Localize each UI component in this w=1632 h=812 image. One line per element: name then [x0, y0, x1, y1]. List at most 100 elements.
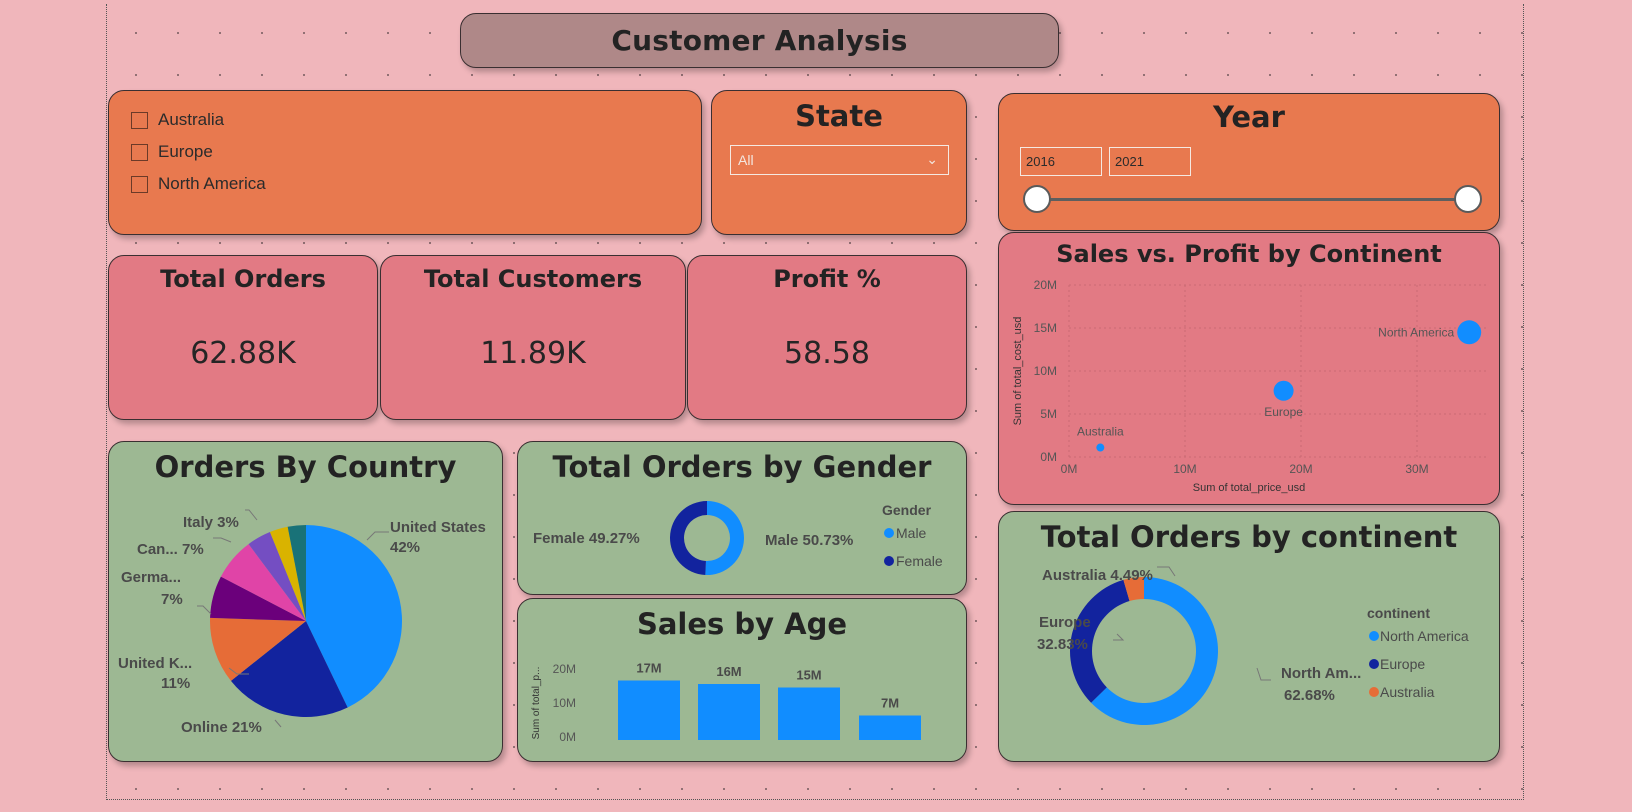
leader-line	[245, 509, 258, 521]
donut-label-na: North Am...	[1281, 665, 1361, 682]
orders-by-gender-card: Total Orders by Gender Female 49.27% Mal…	[517, 441, 967, 595]
report-title-card: Customer Analysis	[460, 13, 1059, 68]
legend-label-north-america[interactable]: North America	[1380, 628, 1469, 644]
state-dropdown-value: All	[738, 152, 754, 168]
state-slicer-title: State	[795, 99, 883, 133]
year-start-input[interactable]: 2016	[1020, 147, 1102, 176]
y-tick: 5M	[1040, 407, 1057, 421]
x-axis-label: Sum of total_price_usd	[1193, 482, 1306, 494]
year-slicer-title: Year	[1213, 100, 1285, 134]
scatter-point-europe[interactable]	[1273, 380, 1294, 401]
donut-pct-na: 62.68%	[1284, 687, 1335, 704]
kpi-value: 62.88K	[190, 336, 296, 371]
slice-label-germany: Germa...	[121, 569, 181, 586]
age-bar[interactable]	[698, 684, 760, 740]
kpi-title: Total Customers	[423, 265, 643, 293]
page-title: Customer Analysis	[611, 24, 908, 57]
point-label: Europe	[1264, 405, 1303, 419]
continent-option-north-america[interactable]: North America	[131, 174, 266, 194]
year-end-input[interactable]: 2021	[1109, 147, 1191, 176]
legend-label-male[interactable]: Male	[896, 525, 927, 541]
leader-line	[213, 537, 232, 543]
continent-option-australia[interactable]: Australia	[131, 110, 224, 130]
donut-slice-female[interactable]	[669, 501, 707, 575]
checkbox[interactable]	[131, 175, 148, 193]
slice-label-online: Online 21%	[181, 719, 262, 736]
leader-line	[197, 605, 212, 615]
x-tick: 30M	[1405, 462, 1428, 476]
x-tick: 10M	[1173, 462, 1196, 476]
point-label: Australia	[1077, 425, 1124, 439]
profit-pct-card: Profit % 58.58	[687, 255, 967, 420]
checkbox[interactable]	[131, 111, 148, 129]
x-tick: 0M	[1061, 462, 1078, 476]
donut-label-australia: Australia 4.49%	[1042, 567, 1153, 584]
legend-swatch-australia	[1369, 687, 1379, 697]
state-dropdown[interactable]: All ⌄	[730, 145, 949, 175]
legend-label-australia[interactable]: Australia	[1380, 684, 1435, 700]
y-tick: 15M	[1034, 321, 1057, 335]
legend-title: Gender	[882, 502, 932, 518]
y-tick: 0M	[1040, 450, 1057, 464]
option-label: North America	[158, 174, 266, 193]
year-slider-end-handle[interactable]	[1454, 185, 1482, 213]
scatter-chart: 20M 15M 10M 5M 0M 0M 10M 20M 30M Sum of …	[1012, 278, 1489, 494]
y-axis-label: Sum of total_cost_usd	[1012, 317, 1024, 426]
age-bar[interactable]	[778, 687, 840, 741]
option-label: Europe	[158, 142, 213, 161]
chevron-down-icon: ⌄	[926, 151, 938, 167]
legend-swatch-north-america	[1369, 631, 1379, 641]
slice-label-canada: Can... 7%	[137, 541, 204, 558]
slice-pct-us: 42%	[390, 539, 420, 556]
age-bar-chart: 20M 10M 0M Sum of total_p... 17M 16M 15M 7M	[531, 661, 921, 744]
slice-pct-uk: 11%	[161, 675, 190, 692]
scatter-point-australia[interactable]	[1096, 443, 1105, 452]
legend-swatch-male	[884, 528, 894, 538]
bar-data-label: 15M	[796, 668, 821, 683]
continent-slicer: Australia Europe North America	[108, 90, 702, 235]
kpi-value: 58.58	[784, 336, 870, 371]
bar-data-label: 17M	[636, 661, 661, 676]
checkbox[interactable]	[131, 143, 148, 161]
year-slider-start-handle[interactable]	[1023, 185, 1051, 213]
legend-swatch-female	[884, 556, 894, 566]
y-tick: 20M	[1034, 278, 1057, 292]
y-tick: 10M	[553, 696, 576, 710]
leader-line	[1113, 633, 1125, 641]
y-tick: 20M	[553, 662, 576, 676]
year-slider-track[interactable]	[1037, 198, 1468, 201]
total-orders-card: Total Orders 62.88K	[108, 255, 378, 420]
point-label: North America	[1378, 325, 1454, 339]
donut-pct-europe: 32.83%	[1037, 636, 1088, 653]
option-label: Australia	[158, 110, 225, 129]
country-pie-chart: United States 42% Online 21% United K...…	[118, 509, 486, 736]
scatter-point-north-america[interactable]	[1457, 320, 1482, 345]
slice-label-uk: United K...	[118, 655, 192, 672]
legend-label-female[interactable]: Female	[896, 553, 943, 569]
donut-label-female: Female 49.27%	[533, 530, 640, 547]
leader-line	[1256, 667, 1271, 681]
bar-data-label: 16M	[716, 664, 741, 679]
orders-by-continent-card: Total Orders by continent Australia 4.49…	[998, 511, 1500, 762]
kpi-value: 11.89K	[480, 336, 586, 371]
age-bar[interactable]	[618, 680, 680, 741]
age-bar[interactable]	[859, 715, 921, 741]
orders-by-country-card: Orders By Country United States 42% Onli…	[108, 441, 503, 762]
slice-label-italy: Italy 3%	[183, 514, 239, 531]
y-tick: 10M	[1034, 364, 1057, 378]
slice-label-us: United States	[390, 519, 486, 536]
legend-label-europe[interactable]: Europe	[1380, 656, 1425, 672]
slice-pct-germany: 7%	[161, 591, 183, 608]
y-tick: 0M	[559, 730, 576, 744]
kpi-title: Profit %	[773, 265, 881, 293]
x-tick: 20M	[1289, 462, 1312, 476]
continent-option-europe[interactable]: Europe	[131, 142, 213, 162]
leader-line	[1157, 566, 1176, 577]
kpi-title: Total Orders	[160, 265, 326, 293]
donut-label-male: Male 50.73%	[765, 532, 853, 549]
legend-title: continent	[1367, 605, 1430, 621]
gender-donut-chart: Female 49.27% Male 50.73% Gender Male Fe…	[533, 501, 943, 575]
donut-slice-male[interactable]	[705, 501, 744, 575]
legend-swatch-europe	[1369, 659, 1379, 669]
sales-by-age-card: Sales by Age 20M 10M 0M Sum of total_p..…	[517, 598, 967, 762]
